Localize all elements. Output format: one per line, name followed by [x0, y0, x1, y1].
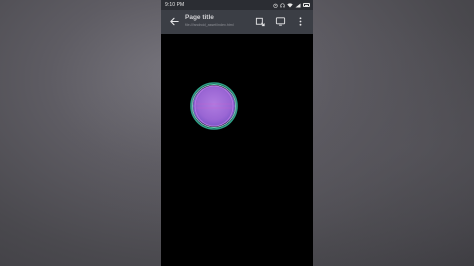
- alarm-icon: [273, 3, 278, 8]
- page-title: Page title: [185, 14, 214, 21]
- cast-icon[interactable]: [275, 16, 286, 27]
- orb-graphic: [190, 82, 238, 130]
- back-arrow-icon[interactable]: [169, 16, 180, 27]
- signal-icon: [295, 3, 301, 7]
- page-url: file:///android_asset/index.html: [185, 23, 234, 27]
- phone-screen: 9:10 PM Page title file:///android_asset…: [161, 0, 313, 266]
- headset-icon: [280, 3, 285, 7]
- status-time: 9:10 PM: [165, 2, 185, 8]
- status-bar: 9:10 PM: [161, 0, 313, 10]
- battery-icon: [303, 3, 310, 7]
- glowing-orb[interactable]: [190, 82, 238, 130]
- open-external-icon[interactable]: [255, 16, 266, 27]
- title-block: Page title file:///android_asset/index.h…: [185, 14, 253, 28]
- app-toolbar: Page title file:///android_asset/index.h…: [161, 10, 313, 34]
- web-content: [161, 34, 313, 266]
- status-icons: [273, 0, 310, 10]
- wifi-icon: [287, 2, 293, 7]
- overflow-menu-icon[interactable]: [295, 16, 306, 27]
- video-frame: 9:10 PM Page title file:///android_asset…: [0, 0, 474, 266]
